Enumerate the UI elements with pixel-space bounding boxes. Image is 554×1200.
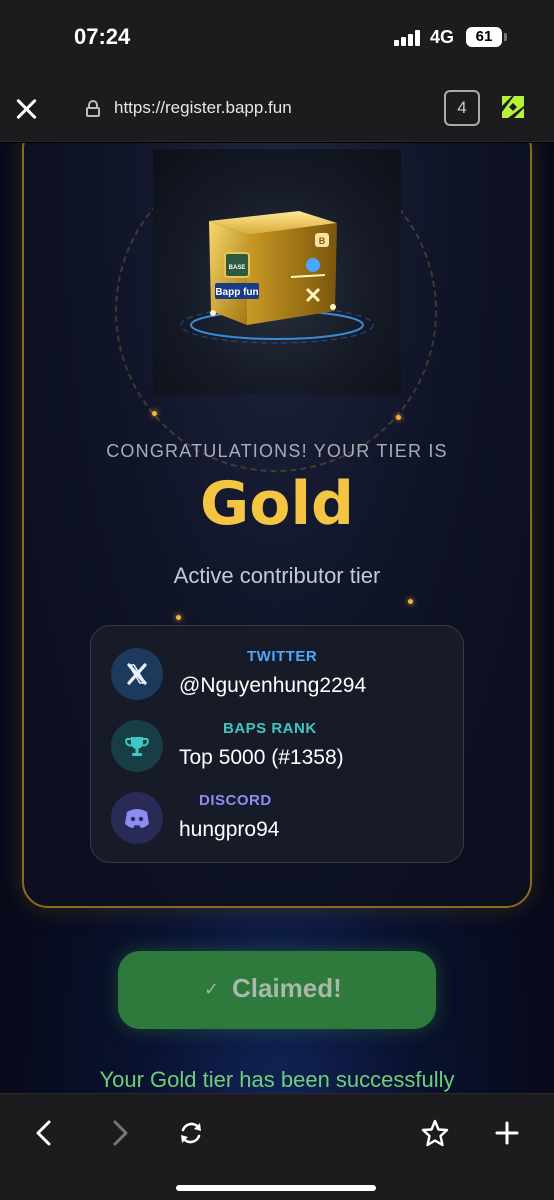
url-field[interactable]: https://register.bapp.fun	[114, 98, 292, 118]
sparkle	[152, 411, 157, 416]
status-bar: 07:24 4G 61	[0, 0, 554, 78]
rank-row: BAPS RANK Top 5000 (#1358)	[111, 714, 451, 774]
sparkle	[396, 415, 401, 420]
twitter-label: TWITTER	[247, 648, 318, 665]
discord-label: DISCORD	[199, 792, 272, 809]
discord-row: DISCORD hungpro94	[111, 786, 451, 846]
box-brand-label: Bapp fun	[215, 287, 258, 298]
browser-brand-icon[interactable]	[500, 94, 526, 120]
browser-toolbar	[0, 1093, 554, 1200]
rank-label: BAPS RANK	[223, 720, 317, 737]
lock-icon	[86, 100, 100, 117]
bookmark-star-icon[interactable]	[420, 1118, 450, 1148]
box-b-label: B	[319, 236, 326, 246]
twitter-handle: @Nguyenhung2294	[179, 674, 367, 697]
tier-caption: CONGRATULATIONS! YOUR TIER IS	[106, 441, 448, 461]
close-icon[interactable]	[14, 96, 38, 120]
tier-description: Active contributor tier	[173, 563, 381, 588]
new-tab-plus-icon[interactable]	[492, 1118, 522, 1148]
sparkle	[408, 599, 413, 604]
check-icon: ✓	[204, 979, 220, 999]
network-type: 4G	[430, 27, 455, 47]
reload-icon[interactable]	[176, 1118, 206, 1148]
tier-name: Gold	[200, 469, 354, 539]
mystery-box-image: BASE Bapp fun B	[153, 149, 401, 395]
profile-info-panel: TWITTER @Nguyenhung2294 BAPS RANK Top 50…	[90, 625, 464, 863]
twitter-row: TWITTER @Nguyenhung2294	[111, 642, 451, 702]
browser-address-bar: https://register.bapp.fun 4	[0, 78, 554, 142]
forward-icon[interactable]	[104, 1118, 134, 1148]
box-base-label: BASE	[229, 265, 246, 271]
tabs-button[interactable]: 4	[444, 90, 480, 126]
claimed-label: Claimed!	[232, 973, 342, 1003]
trophy-icon	[111, 720, 163, 772]
rank-value: Top 5000 (#1358)	[179, 746, 344, 769]
success-message: Your Gold tier has been successfully	[99, 1067, 455, 1092]
status-time: 07:24	[74, 24, 131, 49]
back-icon[interactable]	[30, 1118, 60, 1148]
discord-icon	[111, 792, 163, 844]
discord-username: hungpro94	[179, 818, 280, 841]
signal-icon	[394, 30, 420, 46]
sparkle	[176, 615, 181, 620]
claimed-button[interactable]: ✓ Claimed!	[118, 951, 436, 1029]
home-indicator[interactable]	[176, 1185, 376, 1191]
x-logo-icon	[111, 648, 163, 700]
web-page: BASE Bapp fun B CONGRATULATIONS! YOUR TI…	[0, 143, 554, 1093]
battery-icon: 61	[466, 27, 507, 47]
